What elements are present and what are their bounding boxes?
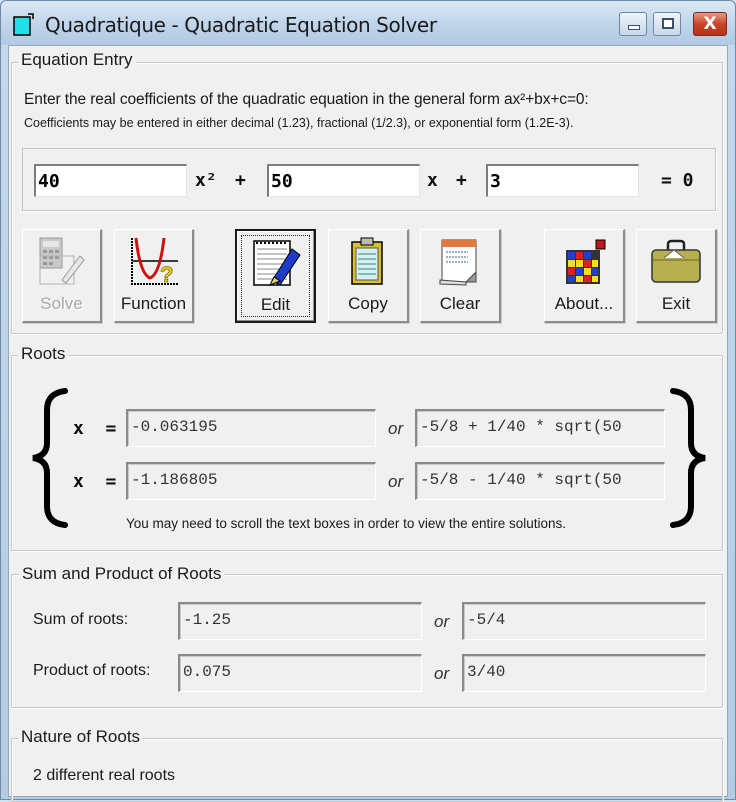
notepad-pen-icon — [252, 240, 301, 286]
scroll-hint-text: You may need to scroll the text boxes in… — [126, 516, 566, 531]
app-window: Quadratique - Quadratic Equation Solver … — [0, 0, 736, 802]
plus-sign-1: + — [235, 170, 246, 191]
x-term: x — [427, 170, 438, 191]
close-button[interactable]: X — [693, 12, 727, 36]
product-decimal-field[interactable]: 0.075 — [178, 654, 422, 692]
edit-button[interactable]: Edit — [235, 229, 316, 323]
maximize-button[interactable] — [653, 12, 681, 36]
equation-entry-title: Equation Entry — [18, 50, 136, 70]
format-hint-text: Coefficients may be entered in either de… — [24, 116, 574, 130]
root1-x-label: x = — [73, 418, 117, 439]
x-squared-term: x² — [195, 170, 217, 191]
solve-label: Solve — [40, 294, 83, 313]
function-label: Function — [120, 294, 187, 313]
root2-decimal-field[interactable]: -1.186805 — [126, 462, 376, 500]
left-brace-icon — [32, 388, 68, 528]
app-icon — [13, 13, 34, 36]
coefficient-c-input[interactable] — [486, 164, 639, 197]
title-bar[interactable]: Quadratique - Quadratic Equation Solver … — [1, 1, 735, 45]
colored-grid-icon — [566, 239, 606, 284]
copy-button[interactable]: Copy — [328, 229, 409, 323]
plus-sign-2: + — [456, 170, 467, 191]
sum-of-roots-label: Sum of roots: — [33, 611, 129, 628]
roots-title: Roots — [18, 344, 69, 364]
clipboard-icon — [351, 237, 383, 285]
parabola-graph-icon: ? — [130, 237, 178, 287]
root1-decimal-field[interactable]: -0.063195 — [126, 409, 376, 447]
client-area: Equation Entry Enter the real coefficien… — [8, 45, 728, 802]
minimize-icon — [628, 25, 640, 30]
about-button[interactable]: About... — [544, 229, 625, 323]
briefcase-icon — [651, 239, 701, 283]
root1-or-label: or — [388, 419, 404, 438]
coefficient-a-input[interactable] — [34, 164, 187, 197]
equals-zero: = 0 — [661, 170, 694, 191]
sum-or-label: or — [434, 612, 450, 631]
close-icon: X — [703, 14, 717, 34]
copy-label: Copy — [348, 294, 388, 313]
notepad-peel-icon — [439, 239, 477, 286]
exit-label: Exit — [661, 294, 691, 313]
window-title: Quadratique - Quadratic Equation Solver — [45, 13, 437, 37]
nature-of-roots-text: 2 different real roots — [33, 767, 176, 784]
nature-title: Nature of Roots — [18, 727, 144, 747]
sum-exact-field[interactable]: -5/4 — [462, 602, 706, 640]
sum-decimal-field[interactable]: -1.25 — [178, 602, 422, 640]
clear-label: Clear — [439, 294, 481, 313]
clear-button[interactable]: Clear — [420, 229, 501, 323]
instruction-text: Enter the real coefficients of the quadr… — [24, 91, 589, 108]
root2-exact-field[interactable]: -5/8 - 1/40 * sqrt(50 — [415, 462, 665, 500]
root1-exact-field[interactable]: -5/8 + 1/40 * sqrt(50 — [415, 409, 665, 447]
solve-button[interactable]: Solve — [22, 229, 102, 323]
root2-x-label: x = — [73, 471, 117, 492]
about-label: About... — [554, 294, 614, 313]
product-or-label: or — [434, 664, 450, 683]
minimize-button[interactable] — [619, 12, 647, 36]
edit-label: Edit — [260, 295, 291, 314]
coefficient-b-input[interactable] — [267, 164, 420, 197]
product-of-roots-label: Product of roots: — [33, 662, 151, 679]
root2-or-label: or — [388, 472, 404, 491]
function-button[interactable]: ? Function — [114, 229, 194, 323]
calculator-pen-icon — [39, 237, 85, 285]
right-brace-icon — [670, 388, 706, 528]
svg-text:?: ? — [160, 262, 173, 287]
maximize-icon — [662, 18, 674, 29]
sum-product-title: Sum and Product of Roots — [19, 564, 225, 584]
product-exact-field[interactable]: 3/40 — [462, 654, 706, 692]
exit-button[interactable]: Exit — [636, 229, 717, 323]
